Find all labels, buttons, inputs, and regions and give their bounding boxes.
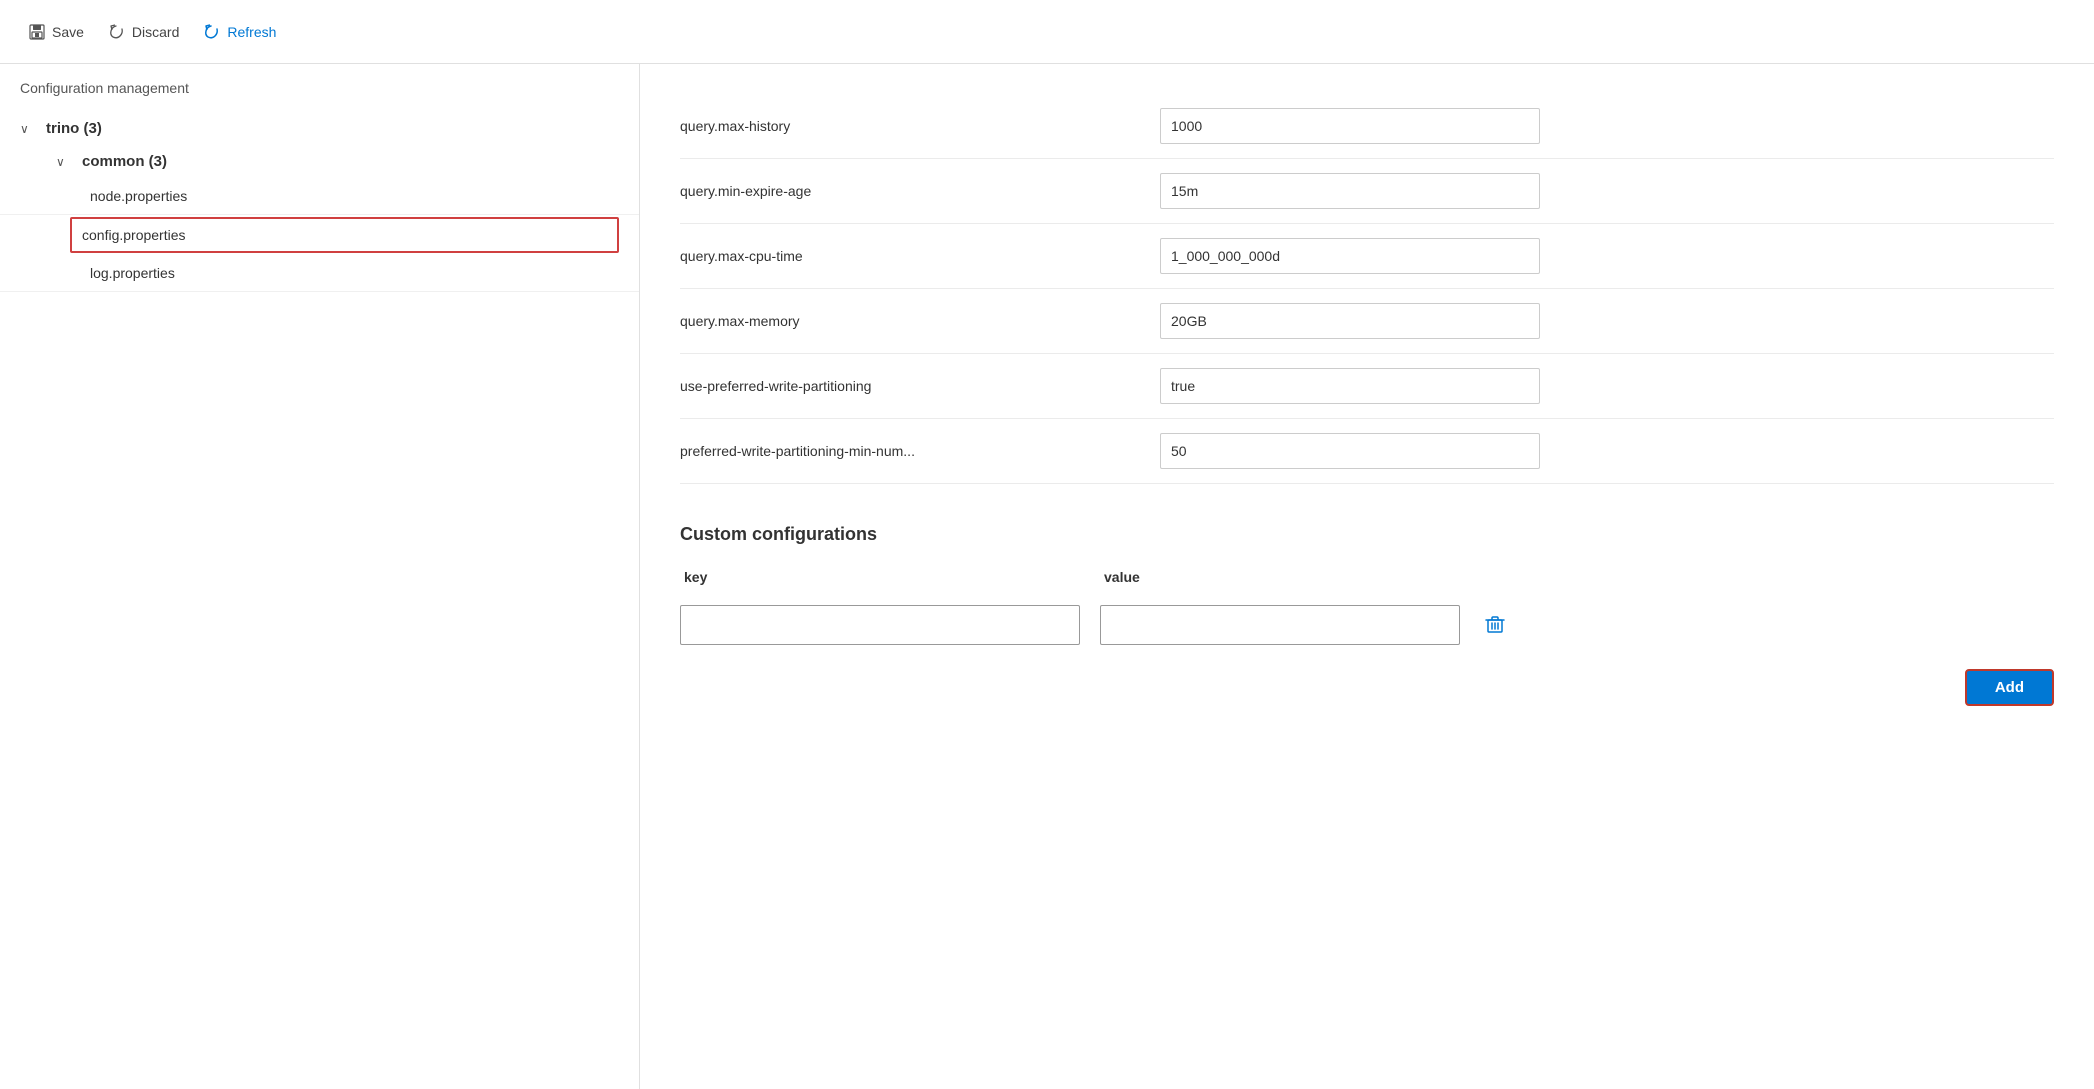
tree-leaf-config-properties[interactable]: config.properties — [70, 217, 619, 253]
chevron-down-icon: ∨ — [56, 155, 72, 169]
custom-config-section: Custom configurations key value — [680, 524, 2054, 706]
add-button[interactable]: Add — [1965, 669, 2054, 706]
config-value-input[interactable] — [1160, 238, 1540, 274]
tree-root-label: trino (3) — [46, 120, 102, 137]
main-layout: Configuration management ∨ trino (3) ∨ c… — [0, 64, 2094, 1089]
tree-leaf-node-properties[interactable]: node.properties — [0, 178, 639, 215]
custom-config-row — [680, 605, 2054, 645]
save-button[interactable]: Save — [20, 19, 92, 45]
trash-icon — [1484, 614, 1506, 636]
sidebar: Configuration management ∨ trino (3) ∨ c… — [0, 64, 640, 1089]
config-value-input[interactable] — [1160, 303, 1540, 339]
tree-child-common[interactable]: ∨ common (3) — [0, 145, 639, 178]
refresh-icon — [203, 23, 221, 41]
custom-value-input[interactable] — [1100, 605, 1460, 645]
discard-icon — [108, 23, 126, 41]
config-row: preferred-write-partitioning-min-num... — [680, 419, 2054, 484]
custom-config-title: Custom configurations — [680, 524, 2054, 545]
key-header: key — [680, 569, 1080, 585]
config-key-label: use-preferred-write-partitioning — [680, 378, 1160, 394]
add-row: Add — [680, 669, 2054, 706]
tree-root-trino[interactable]: ∨ trino (3) — [0, 112, 639, 145]
chevron-down-icon: ∨ — [20, 122, 36, 136]
config-value-input[interactable] — [1160, 368, 1540, 404]
config-key-label: query.max-history — [680, 118, 1160, 134]
value-header: value — [1100, 569, 2054, 585]
save-label: Save — [52, 24, 84, 40]
tree-child-label: common (3) — [82, 153, 167, 170]
config-key-label: query.max-memory — [680, 313, 1160, 329]
config-row: query.max-cpu-time — [680, 224, 2054, 289]
discard-button[interactable]: Discard — [100, 19, 187, 45]
config-value-input[interactable] — [1160, 433, 1540, 469]
save-icon — [28, 23, 46, 41]
toolbar: Save Discard Refresh — [0, 0, 2094, 64]
content-area: query.max-history query.min-expire-age que… — [640, 64, 2094, 1089]
tree-leaf-log-properties[interactable]: log.properties — [0, 255, 639, 292]
refresh-button[interactable]: Refresh — [195, 19, 284, 45]
delete-button[interactable] — [1480, 610, 1510, 640]
discard-label: Discard — [132, 24, 179, 40]
config-value-input[interactable] — [1160, 173, 1540, 209]
config-row: use-preferred-write-partitioning — [680, 354, 2054, 419]
leaf-label: node.properties — [90, 188, 187, 204]
leaf-label: log.properties — [90, 265, 175, 281]
config-value-input[interactable] — [1160, 108, 1540, 144]
refresh-label: Refresh — [227, 24, 276, 40]
config-row: query.max-memory — [680, 289, 2054, 354]
sidebar-title: Configuration management — [0, 80, 639, 112]
config-key-label: query.min-expire-age — [680, 183, 1160, 199]
leaf-label: config.properties — [82, 227, 186, 243]
config-key-label: query.max-cpu-time — [680, 248, 1160, 264]
config-key-label: preferred-write-partitioning-min-num... — [680, 443, 1160, 459]
custom-key-input[interactable] — [680, 605, 1080, 645]
config-row: query.min-expire-age — [680, 159, 2054, 224]
custom-config-headers: key value — [680, 569, 2054, 593]
config-row: query.max-history — [680, 94, 2054, 159]
config-rows-container: query.max-history query.min-expire-age que… — [680, 94, 2054, 484]
